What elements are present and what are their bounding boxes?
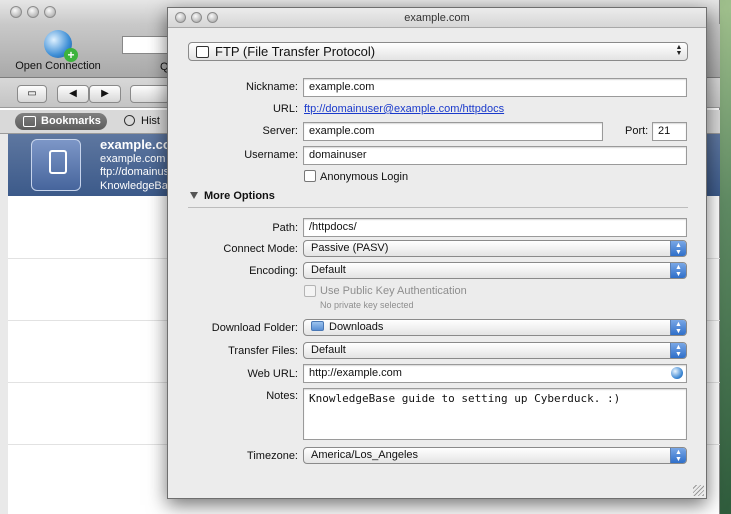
clock-icon <box>124 115 135 126</box>
tab-history-label: Hist <box>141 115 160 127</box>
disclosure-triangle-icon <box>190 192 198 199</box>
connect-mode-label: Connect Mode: <box>223 243 298 255</box>
transfer-files-select[interactable]: Default ▲ ▼ <box>303 342 687 359</box>
section-divider <box>188 207 688 208</box>
protocol-value: FTP (File Transfer Protocol) <box>215 44 376 59</box>
encoding-value: Default <box>311 264 346 276</box>
select-arrows-icon: ▲ ▼ <box>670 241 686 256</box>
server-label: Server: <box>262 125 298 137</box>
url-link[interactable]: ftp://domainuser@example.com/httpdocs <box>304 103 504 115</box>
close-window-button[interactable] <box>10 6 22 18</box>
minimize-window-button[interactable] <box>27 6 39 18</box>
web-url-label: Web URL: <box>247 368 298 380</box>
ftp-disk-icon <box>31 139 81 191</box>
username-field[interactable]: domainuser <box>303 146 687 165</box>
download-folder-label: Download Folder: <box>211 322 298 334</box>
anonymous-login-checkbox[interactable] <box>304 170 316 182</box>
bookmarks-icon <box>23 116 36 127</box>
open-connection-label: Open Connection <box>15 60 101 72</box>
dialog-titlebar: example.com <box>168 8 706 28</box>
globe-add-icon <box>44 30 78 62</box>
timezone-value: America/Los_Angeles <box>311 449 419 461</box>
select-arrows-icon: ▲ ▼ <box>670 320 686 335</box>
notes-label: Notes: <box>266 390 298 402</box>
port-label: Port: <box>625 125 649 137</box>
encoding-select[interactable]: Default ▲ ▼ <box>303 262 687 279</box>
nickname-label: Nickname: <box>246 81 298 93</box>
path-label: Path: <box>272 222 298 234</box>
folder-icon <box>311 321 324 331</box>
dialog-title: example.com <box>404 12 470 24</box>
select-arrows-icon: ▲ ▼ <box>675 44 683 57</box>
resize-grip-icon[interactable] <box>693 485 704 496</box>
nickname-field[interactable]: example.com <box>303 78 687 97</box>
tab-bookmarks[interactable]: Bookmarks <box>15 113 107 130</box>
timezone-select[interactable]: America/Los_Angeles ▲ ▼ <box>303 447 687 464</box>
select-arrows-icon: ▲ ▼ <box>670 448 686 463</box>
bookmark-editor-window: example.com FTP (File Transfer Protocol)… <box>167 7 707 499</box>
web-url-field[interactable]: http://example.com <box>303 364 687 383</box>
username-label: Username: <box>244 149 298 161</box>
forward-arrow-icon: ▶ <box>101 88 109 99</box>
port-field[interactable]: 21 <box>652 122 687 141</box>
back-arrow-icon: ◀ <box>69 88 77 99</box>
url-label: URL: <box>272 103 298 115</box>
tab-bookmarks-label: Bookmarks <box>41 115 101 127</box>
open-web-url-icon[interactable] <box>671 367 683 379</box>
zoom-window-button[interactable] <box>44 6 56 18</box>
bookmark-host: example.com <box>100 153 166 165</box>
select-arrows-icon: ▲ ▼ <box>670 263 686 278</box>
open-connection-button[interactable]: Open Connection <box>12 30 104 72</box>
protocol-select[interactable]: FTP (File Transfer Protocol) ▲ ▼ <box>188 42 688 61</box>
ftp-protocol-icon <box>196 46 209 58</box>
window-controls <box>10 6 56 18</box>
transfer-files-label: Transfer Files: <box>228 345 298 357</box>
path-field[interactable]: /httpdocs/ <box>303 218 687 237</box>
download-folder-select[interactable]: Downloads ▲ ▼ <box>303 319 687 336</box>
download-folder-value: Downloads <box>329 321 384 333</box>
tab-history[interactable]: Hist <box>124 115 160 127</box>
public-key-auth-label: Use Public Key Authentication <box>320 285 467 297</box>
zoom-dialog-button[interactable] <box>207 12 218 23</box>
anonymous-login-label: Anonymous Login <box>320 171 409 183</box>
connect-mode-select[interactable]: Passive (PASV) ▲ ▼ <box>303 240 687 257</box>
left-gutter <box>0 134 8 514</box>
close-dialog-button[interactable] <box>175 12 186 23</box>
toggle-drawer-button[interactable]: ▭ <box>17 85 47 103</box>
notes-textarea[interactable]: KnowledgeBase guide to setting up Cyberd… <box>303 388 687 440</box>
forward-button[interactable]: ▶ <box>89 85 121 103</box>
encoding-label: Encoding: <box>249 265 298 277</box>
back-button[interactable]: ◀ <box>57 85 89 103</box>
dialog-window-controls <box>175 12 218 23</box>
more-options-disclosure[interactable]: More Options <box>190 190 275 202</box>
quick-connect-input[interactable] <box>122 36 168 54</box>
select-arrows-icon: ▲ ▼ <box>670 343 686 358</box>
path-popup[interactable] <box>130 85 170 103</box>
timezone-label: Timezone: <box>247 450 298 462</box>
private-key-note: No private key selected <box>320 300 414 310</box>
public-key-auth-checkbox[interactable] <box>304 285 316 297</box>
book-icon: ▭ <box>27 88 37 99</box>
more-options-label: More Options <box>204 190 275 202</box>
connect-mode-value: Passive (PASV) <box>311 242 389 254</box>
transfer-files-value: Default <box>311 344 346 356</box>
web-url-value: http://example.com <box>309 367 402 379</box>
minimize-dialog-button[interactable] <box>191 12 202 23</box>
server-field[interactable]: example.com <box>303 122 603 141</box>
